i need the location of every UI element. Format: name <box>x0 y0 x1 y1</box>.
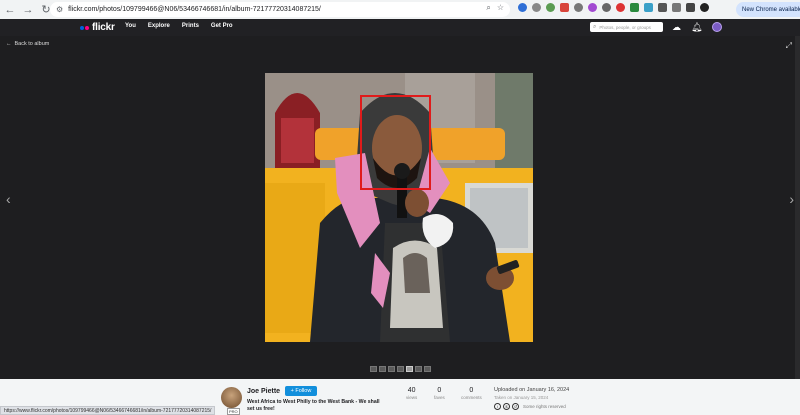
extension-icon[interactable] <box>546 3 555 12</box>
cc-nc-icon: $ <box>503 403 510 410</box>
user-avatar[interactable] <box>712 22 723 32</box>
owner-avatar[interactable] <box>221 387 242 408</box>
views-stat: 40 views <box>406 387 417 400</box>
address-bar[interactable]: ⚙ flickr.com/photos/109799466@N06/534667… <box>50 2 510 17</box>
pro-badge: PRO <box>227 408 240 415</box>
media-icon[interactable] <box>672 3 681 12</box>
address-bar-url: flickr.com/photos/109799466@N06/53466746… <box>68 6 321 13</box>
bookmark-star-icon[interactable]: ☆ <box>497 3 504 13</box>
page-scrollbar[interactable] <box>795 36 800 379</box>
photo-title: West Africa to West Philly to the West B… <box>247 399 380 412</box>
nav-get-pro[interactable]: Get Pro <box>211 23 233 29</box>
thumbnail[interactable] <box>424 366 431 372</box>
back-to-album-link[interactable]: ← Back to album <box>6 41 49 47</box>
comments-label: comments <box>461 395 482 400</box>
views-label: views <box>406 395 418 400</box>
profile-icon[interactable] <box>700 3 709 12</box>
search-placeholder: Photos, people, or groups <box>599 24 651 30</box>
extension-shield-icon[interactable] <box>518 3 527 12</box>
sidebar-icon[interactable] <box>686 3 695 12</box>
search-icon: ⌕ <box>593 23 597 30</box>
cc-by-icon: i <box>494 403 501 410</box>
comments-count: 0 <box>469 387 474 394</box>
chrome-update-button[interactable]: New Chrome available <box>736 2 800 17</box>
extensions-bar <box>518 3 709 12</box>
previous-photo-arrow[interactable]: ‹ <box>6 191 11 207</box>
extension-icon[interactable] <box>602 3 611 12</box>
extension-icon[interactable] <box>588 3 597 12</box>
nav-prints[interactable]: Prints <box>182 23 199 29</box>
main-photo <box>265 73 533 342</box>
thumbnail[interactable] <box>370 366 377 372</box>
thumbnail[interactable] <box>415 366 422 372</box>
main-nav: You Explore Prints Get Pro <box>125 23 233 29</box>
thumbnail-active[interactable] <box>406 366 413 372</box>
fullscreen-expand-icon[interactable]: ⤢ <box>786 41 792 51</box>
extension-icon[interactable] <box>644 3 653 12</box>
thumbnail[interactable] <box>388 366 395 372</box>
flickr-header: flickr You Explore Prints Get Pro ⌕ Phot… <box>0 19 800 36</box>
flickr-logo[interactable]: flickr <box>80 21 115 34</box>
faves-label: faves <box>434 395 445 400</box>
extensions-puzzle-icon[interactable] <box>658 3 667 12</box>
cc-sa-icon: ↺ <box>512 403 519 410</box>
forward-arrow-icon[interactable]: → <box>20 2 36 18</box>
next-photo-arrow[interactable]: › <box>789 191 794 207</box>
back-arrow-icon: ← <box>6 41 12 47</box>
license-row[interactable]: i $ ↺ Some rights reserved <box>494 403 566 410</box>
extension-icon[interactable] <box>532 3 541 12</box>
logo-pink-dot <box>85 25 89 30</box>
upload-cloud-icon[interactable]: ☁ <box>672 22 681 32</box>
uploaded-date: Uploaded on January 16, 2024 <box>494 387 570 393</box>
photo-viewer: ← Back to album ⤢ ‹ › <box>0 36 800 379</box>
back-arrow-icon[interactable]: ← <box>2 2 18 18</box>
site-info-icon[interactable]: ⚙ <box>56 5 63 14</box>
thumbnail[interactable] <box>379 366 386 372</box>
owner-name[interactable]: Joe Piette <box>247 388 280 395</box>
extension-icon[interactable] <box>560 3 569 12</box>
nav-you[interactable]: You <box>125 23 136 29</box>
extension-icon[interactable] <box>574 3 583 12</box>
thumbnail-strip <box>370 366 431 372</box>
link-status-bubble: https://www.flickr.com/photos/109799466@… <box>0 406 216 415</box>
views-count: 40 <box>407 387 416 394</box>
browser-toolbar: ← → ↻ ⚙ flickr.com/photos/109799466@N06/… <box>0 0 800 19</box>
follow-button[interactable]: + Follow <box>285 386 317 396</box>
faves-count: 0 <box>437 387 442 394</box>
extension-icon[interactable] <box>616 3 625 12</box>
license-label: Some rights reserved <box>523 404 566 409</box>
thumbnail[interactable] <box>397 366 404 372</box>
faves-stat: 0 faves <box>434 387 445 400</box>
taken-date: Taken on January 15, 2024 <box>494 395 549 400</box>
notifications-bell-icon[interactable]: 🔔︎ <box>691 22 702 32</box>
comments-stat: 0 comments <box>461 387 482 400</box>
back-to-album-label: Back to album <box>14 41 50 47</box>
zoom-search-icon[interactable]: ⌕ <box>486 3 490 13</box>
search-input[interactable]: ⌕ Photos, people, or groups <box>590 22 663 32</box>
nav-explore[interactable]: Explore <box>148 23 170 29</box>
extension-icon[interactable] <box>630 3 639 12</box>
logo-text: flickr <box>92 22 115 33</box>
logo-blue-dot <box>80 25 84 30</box>
face-detection-box <box>360 95 431 190</box>
